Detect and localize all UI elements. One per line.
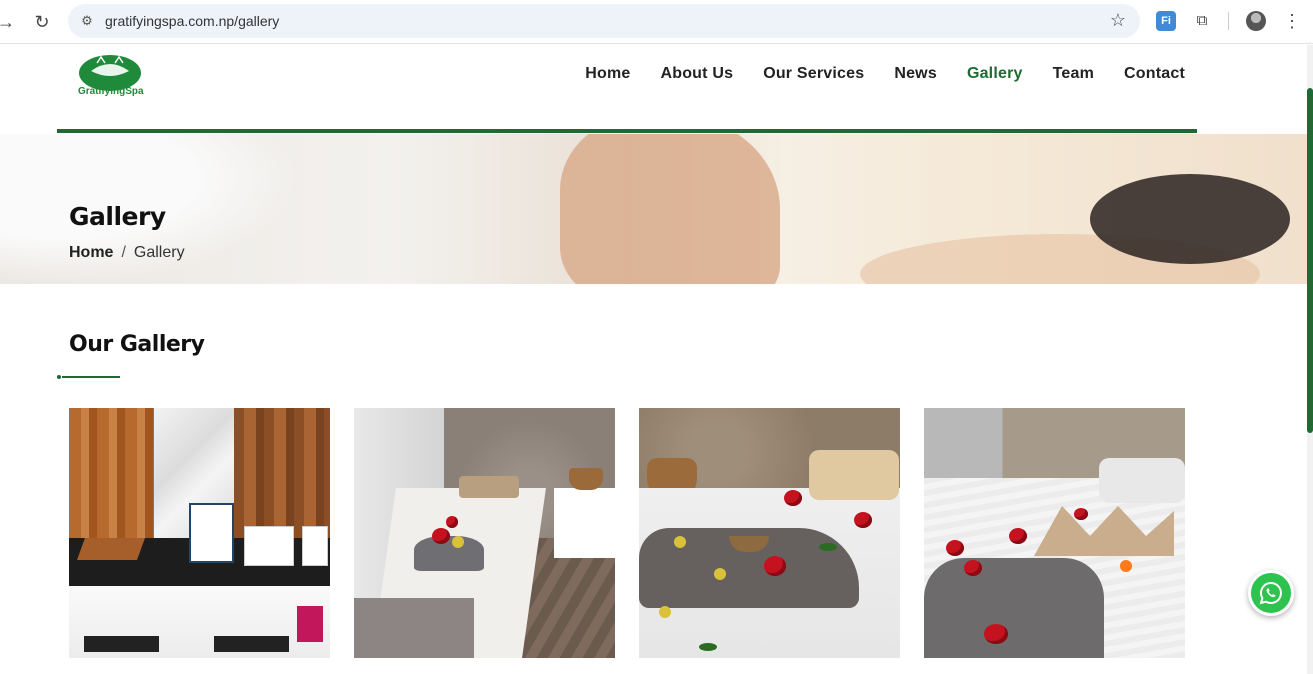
rose-flower: [764, 556, 786, 576]
leaf: [699, 643, 717, 651]
site-settings-icon[interactable]: ⚙: [78, 12, 96, 30]
gallery-image-massage-bed-1[interactable]: [354, 408, 615, 658]
nav-news[interactable]: News: [894, 65, 937, 83]
breadcrumb-home-link[interactable]: Home: [69, 244, 113, 261]
qr-card: [244, 526, 294, 566]
hero-hair-shape: [1090, 174, 1290, 264]
extensions-puzzle-icon[interactable]: ⧉: [1192, 11, 1212, 31]
translate-extension-icon[interactable]: Fi: [1156, 11, 1176, 31]
shelf: [84, 636, 159, 652]
pillow: [809, 450, 899, 500]
section-title: Our Gallery: [69, 332, 205, 357]
url-text[interactable]: gratifyingspa.com.np/gallery: [105, 13, 279, 29]
main-navigation: Home About Us Our Services News Gallery …: [585, 65, 1185, 83]
hero-hand-shape: [560, 134, 780, 284]
yellow-flower: [659, 606, 671, 618]
sticker: [297, 606, 323, 642]
cabinet: [554, 488, 615, 558]
shelf: [214, 636, 289, 652]
hero-banner: Gallery Home / Gallery: [0, 134, 1307, 284]
whatsapp-button[interactable]: [1248, 570, 1294, 616]
rose-flower: [854, 512, 872, 528]
candle-flame: [1120, 560, 1132, 572]
breadcrumb-separator: /: [121, 244, 126, 261]
nav-home[interactable]: Home: [585, 65, 630, 83]
nav-our-services[interactable]: Our Services: [763, 65, 864, 83]
folded-towel: [414, 536, 484, 571]
profile-avatar[interactable]: [1246, 11, 1266, 31]
gallery-image-massage-bed-3[interactable]: [924, 408, 1185, 658]
reload-icon[interactable]: ↻: [30, 10, 54, 34]
certificate-frame: [189, 503, 234, 563]
gallery-image-massage-bed-2[interactable]: [639, 408, 900, 658]
pillow: [1099, 458, 1185, 503]
site-header: GratifyingSpa Home About Us Our Services…: [0, 45, 1313, 134]
pillow: [459, 476, 519, 498]
wood-panel: [69, 408, 154, 538]
qr-card: [302, 526, 328, 566]
address-bar[interactable]: ⚙ gratifyingspa.com.np/gallery ☆: [68, 4, 1140, 38]
wooden-board: [76, 538, 146, 560]
rose-flower: [432, 528, 450, 544]
leaf: [819, 543, 837, 551]
svg-text:GratifyingSpa: GratifyingSpa: [78, 86, 144, 97]
plant-pot: [569, 468, 603, 490]
gallery-image-reception[interactable]: [69, 408, 330, 658]
forward-arrow-icon[interactable]: →: [0, 10, 18, 34]
rose-flower: [984, 624, 1008, 644]
breadcrumb: Home / Gallery: [69, 244, 185, 262]
title-underline-dot: [57, 375, 61, 379]
nav-about-us[interactable]: About Us: [660, 65, 733, 83]
yellow-flower: [674, 536, 686, 548]
kebab-menu-icon[interactable]: ⋮: [1283, 10, 1301, 32]
nav-team[interactable]: Team: [1053, 65, 1094, 83]
whatsapp-icon: [1259, 581, 1282, 605]
nav-gallery[interactable]: Gallery: [967, 65, 1023, 83]
rose-flower: [446, 516, 458, 528]
toolbar-divider: [1228, 12, 1229, 30]
gallery-grid: [69, 408, 1185, 658]
page-scrollbar-thumb[interactable]: [1307, 88, 1313, 433]
breadcrumb-current: Gallery: [133, 244, 185, 261]
wood-panel: [234, 408, 330, 538]
rose-flower: [946, 540, 964, 556]
rose-flower: [1009, 528, 1027, 544]
title-underline: [62, 376, 120, 378]
browser-toolbar: → ↻ ⚙ gratifyingspa.com.np/gallery ☆ Fi …: [0, 0, 1313, 44]
rose-flower: [1074, 508, 1088, 520]
header-accent-line: [57, 129, 1197, 133]
nav-contact[interactable]: Contact: [1124, 65, 1185, 83]
yellow-flower: [714, 568, 726, 580]
yellow-flower: [452, 536, 464, 548]
bookmark-star-icon[interactable]: ☆: [1110, 10, 1126, 31]
rose-flower: [964, 560, 982, 576]
rose-flower: [784, 490, 802, 506]
page-title: Gallery: [69, 202, 166, 231]
folded-towel: [924, 558, 1104, 658]
blanket: [354, 598, 474, 658]
gratifying-spa-logo[interactable]: GratifyingSpa: [77, 53, 149, 99]
